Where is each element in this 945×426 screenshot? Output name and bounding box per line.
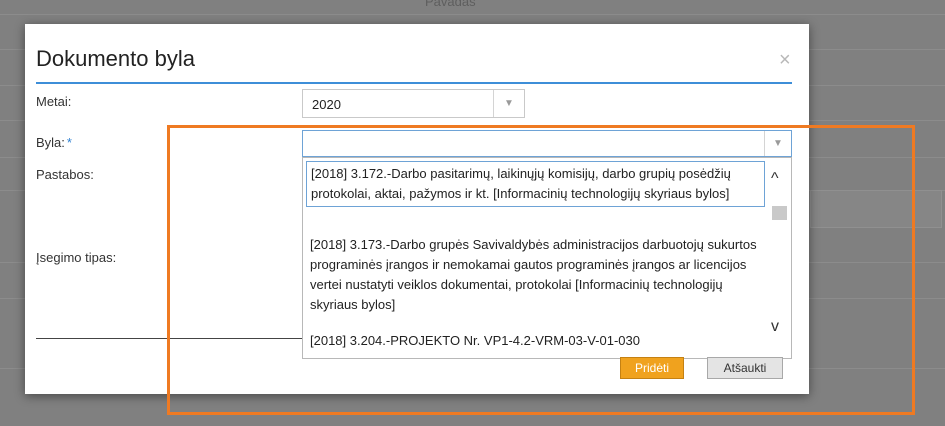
dropdown-option[interactable]: [2018] 3.172.-Darbo pasitarimų, laikinųj…	[306, 161, 765, 207]
background-field	[810, 190, 942, 228]
file-select[interactable]: ▼	[302, 130, 792, 157]
scroll-down-icon[interactable]: v	[771, 318, 779, 336]
dropdown-option[interactable]: [2018] 3.204.-PROJEKTO Nr. VP1-4.2-VRM-0…	[306, 329, 765, 353]
footer-divider	[36, 338, 302, 339]
add-button[interactable]: Pridėti	[620, 357, 684, 379]
year-select-value: 2020	[312, 97, 341, 112]
chevron-down-icon[interactable]: ▼	[493, 90, 524, 117]
cancel-button[interactable]: Atšaukti	[707, 357, 783, 379]
dropdown-option[interactable]: [2018] 3.173.-Darbo grupės Savivaldybės …	[306, 233, 765, 317]
year-select[interactable]: 2020 ▼	[302, 89, 525, 118]
year-label: Metai:	[36, 94, 72, 109]
scrollbar-thumb[interactable]	[772, 206, 787, 220]
attachment-type-label: Įsegimo tipas:	[36, 250, 117, 265]
file-label-text: Byla:	[36, 135, 65, 150]
scroll-up-icon[interactable]: ^	[771, 170, 779, 188]
file-label: Byla: *	[36, 135, 72, 150]
title-underline	[36, 82, 792, 84]
close-icon[interactable]: ×	[779, 49, 791, 72]
notes-label: Pastabos:	[36, 167, 94, 182]
background-divider	[0, 14, 945, 15]
document-file-dialog: Dokumento byla × Metai: Byla: * Pastabos:…	[25, 24, 809, 394]
background-header-text: Pavadas	[425, 0, 476, 9]
chevron-down-icon[interactable]: ▼	[764, 131, 791, 156]
dropdown-scrollbar[interactable]: ^ v	[767, 158, 791, 358]
file-dropdown-list[interactable]: [2018] 3.172.-Darbo pasitarimų, laikinųj…	[302, 157, 792, 359]
dialog-title: Dokumento byla	[36, 46, 195, 71]
required-asterisk: *	[66, 135, 72, 150]
